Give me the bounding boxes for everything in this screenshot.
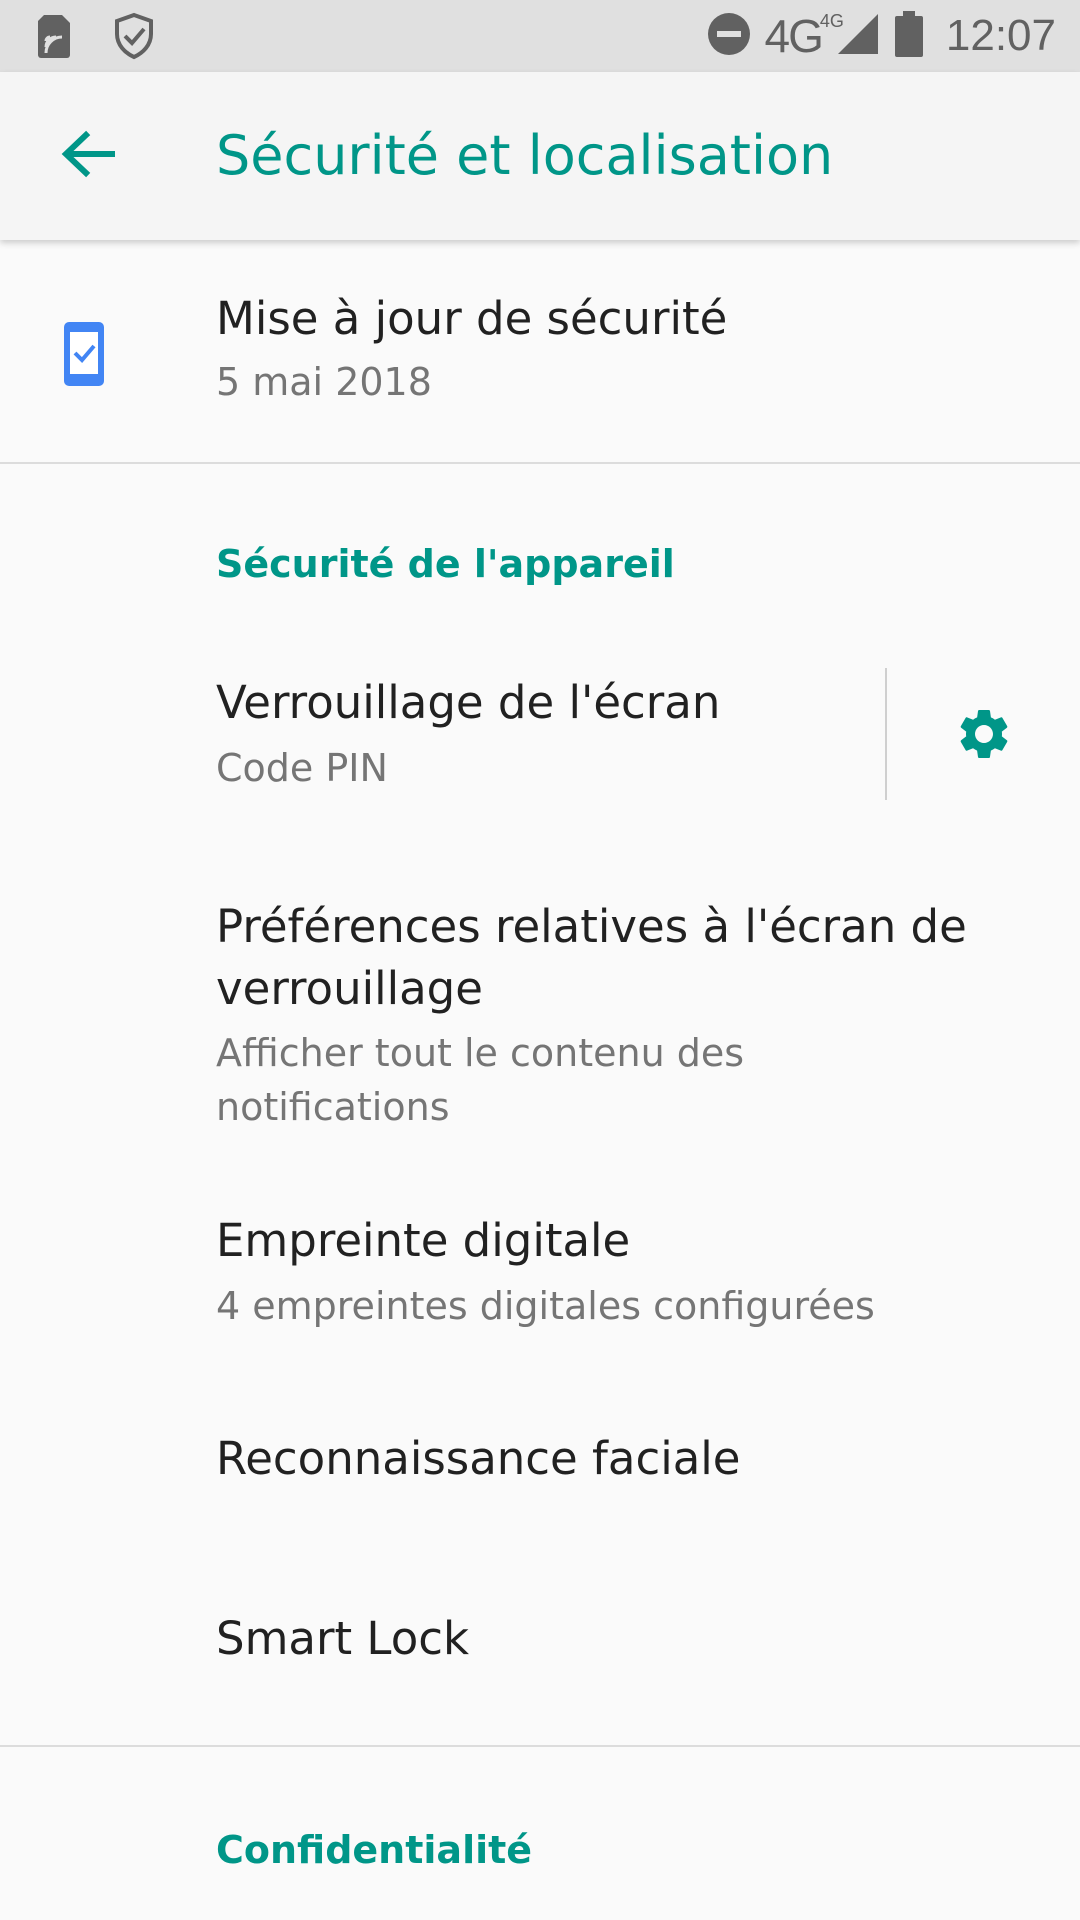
lock-screen-preferences-item[interactable]: Préférences relatives à l'écran de verro… — [0, 870, 1080, 1140]
network-sup: 4G — [819, 11, 844, 31]
status-bar: 4G 4G 12:07 — [0, 0, 1080, 72]
fingerprint-subtitle: 4 empreintes digitales configurées — [216, 1284, 875, 1328]
arrow-back-icon — [60, 130, 116, 182]
fingerprint-item[interactable]: Empreinte digitale 4 empreintes digitale… — [0, 1190, 1080, 1360]
gear-icon — [954, 704, 1014, 768]
divider — [0, 462, 1080, 464]
screen-lock-item[interactable]: Verrouillage de l'écran Code PIN — [0, 650, 1080, 820]
smart-lock-title: Smart Lock — [216, 1612, 470, 1665]
fingerprint-title: Empreinte digitale — [216, 1214, 631, 1267]
status-time: 12:07 — [945, 11, 1056, 60]
lock-screen-preferences-subtitle: Afficher tout le contenu des notificatio… — [216, 1031, 745, 1129]
shield-check-icon — [112, 12, 156, 64]
screen-lock-subtitle: Code PIN — [216, 746, 388, 790]
divider — [0, 1745, 1080, 1747]
page-title: Sécurité et localisation — [216, 124, 834, 187]
app-bar: Sécurité et localisation — [0, 72, 1080, 240]
section-header-privacy: Confidentialité — [216, 1828, 533, 1872]
face-recognition-title: Reconnaissance faciale — [216, 1432, 741, 1485]
security-update-title: Mise à jour de sécurité — [216, 292, 728, 345]
security-update-date: 5 mai 2018 — [216, 360, 432, 404]
screen-lock-settings-button[interactable] — [930, 674, 1038, 798]
phone-check-icon — [62, 320, 106, 392]
sim-card-icon — [36, 13, 72, 63]
vertical-divider — [885, 668, 887, 800]
face-recognition-item[interactable]: Reconnaissance faciale — [0, 1390, 1080, 1530]
network-type: 4G 4G — [764, 10, 844, 62]
lock-screen-preferences-title: Préférences relatives à l'écran de verro… — [216, 900, 967, 1015]
do-not-disturb-icon — [707, 12, 751, 60]
back-button[interactable] — [40, 108, 136, 204]
smart-lock-item[interactable]: Smart Lock — [0, 1570, 1080, 1710]
section-header-device-security: Sécurité de l'appareil — [216, 542, 675, 586]
battery-icon — [894, 10, 924, 62]
screen-lock-title: Verrouillage de l'écran — [216, 676, 721, 729]
security-update-item[interactable]: Mise à jour de sécurité 5 mai 2018 — [0, 240, 1080, 462]
